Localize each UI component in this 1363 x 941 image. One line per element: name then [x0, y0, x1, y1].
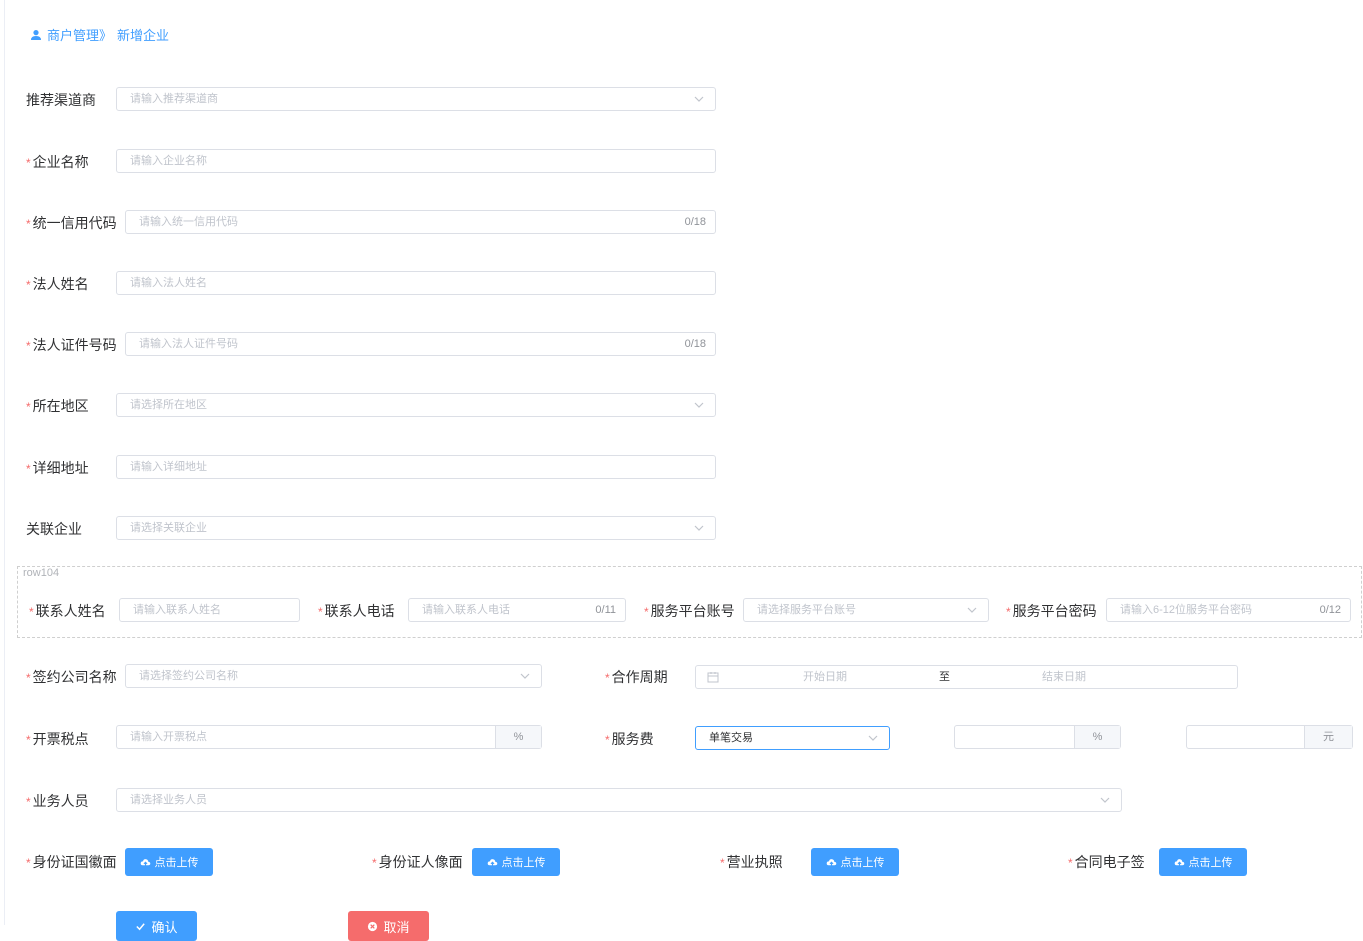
user-icon — [31, 29, 41, 40]
check-icon — [136, 922, 146, 930]
contact-name-placeholder: 请输入联系人姓名 — [133, 604, 221, 616]
platform-password-placeholder: 请输入6-12位服务平台密码 — [1120, 604, 1253, 616]
cancel-button[interactable]: 取消 — [348, 911, 429, 941]
platform-account-placeholder: 请选择服务平台账号 — [757, 604, 856, 616]
tax-unit: % — [495, 726, 541, 748]
confirm-button[interactable]: 确认 — [116, 911, 197, 941]
upload-id-portrait-button[interactable]: 点击上传 — [472, 848, 560, 876]
upload-button-label: 点击上传 — [1188, 857, 1233, 869]
upload-button-label: 点击上传 — [154, 857, 199, 869]
credit-code-input[interactable]: 请输入统一信用代码 0/18 — [125, 210, 716, 234]
legal-id-input[interactable]: 请输入法人证件号码 0/18 — [125, 332, 716, 356]
service-fee-yuan-unit: 元 — [1304, 726, 1352, 748]
company-name-placeholder: 请输入企业名称 — [130, 155, 207, 167]
tax-label: * 开票税点 — [26, 731, 89, 747]
confirm-button-label: 确认 — [151, 919, 178, 935]
chevron-down-icon — [967, 607, 977, 613]
chevron-down-icon — [694, 402, 704, 408]
tax-placeholder: 请输入开票税点 — [130, 731, 207, 743]
region-placeholder: 请选择所在地区 — [130, 399, 207, 411]
service-fee-amount-input[interactable]: 元 — [1186, 725, 1353, 749]
service-fee-type-value: 单笔交易 — [709, 732, 753, 744]
period-start-placeholder[interactable]: 开始日期 — [803, 666, 847, 688]
upload-button-label: 点击上传 — [501, 857, 546, 869]
period-date-range[interactable]: 开始日期 至 结束日期 — [695, 665, 1238, 689]
contact-phone-counter: 0/11 — [595, 604, 616, 616]
region-select[interactable]: 请选择所在地区 — [116, 393, 716, 417]
related-label: 关联企业 — [26, 521, 82, 537]
upload-contract-button[interactable]: 点击上传 — [1159, 848, 1247, 876]
service-fee-type-select[interactable]: 单笔交易 — [695, 726, 890, 750]
upload-license-button[interactable]: 点击上传 — [811, 848, 899, 876]
service-fee-label: * 服务费 — [605, 731, 654, 747]
company-name-label: * 企业名称 — [26, 154, 89, 170]
legal-id-placeholder: 请输入法人证件号码 — [139, 338, 238, 350]
breadcrumb-current: 新增企业 — [117, 28, 170, 43]
left-border — [4, 0, 5, 925]
breadcrumb-parent[interactable]: 商户管理》 — [47, 25, 112, 44]
legal-name-label: * 法人姓名 — [26, 276, 89, 292]
chevron-down-icon — [1100, 797, 1110, 803]
sales-select[interactable]: 请选择业务人员 — [116, 788, 1122, 812]
tax-input[interactable]: 请输入开票税点 % — [116, 725, 542, 749]
region-label: * 所在地区 — [26, 398, 89, 414]
upload-label-contract: * 合同电子签 — [1068, 854, 1145, 870]
platform-password-label: * 服务平台密码 — [1006, 603, 1097, 619]
contact-phone-input[interactable]: 请输入联系人电话 0/11 — [408, 598, 626, 622]
contact-name-label: * 联系人姓名 — [29, 603, 106, 619]
credit-code-counter: 0/18 — [684, 216, 706, 228]
platform-password-input[interactable]: 请输入6-12位服务平台密码 0/12 — [1106, 598, 1351, 622]
cloud-upload-icon — [140, 858, 150, 867]
sales-placeholder: 请选择业务人员 — [130, 794, 207, 806]
close-circle-icon — [368, 921, 378, 931]
period-end-placeholder[interactable]: 结束日期 — [1042, 666, 1086, 688]
breadcrumb: 商户管理》 新增企业 — [30, 25, 169, 44]
calendar-icon — [707, 672, 719, 683]
upload-label-license: * 营业执照 — [720, 854, 783, 870]
upload-id-front-button[interactable]: 点击上传 — [125, 848, 213, 876]
cloud-upload-icon — [487, 858, 497, 867]
contract-company-placeholder: 请选择签约公司名称 — [139, 670, 238, 682]
channel-label: 推荐渠道商 — [26, 92, 96, 108]
chevron-down-icon — [694, 525, 704, 531]
contact-phone-placeholder: 请输入联系人电话 — [422, 604, 510, 616]
address-label: * 详细地址 — [26, 460, 89, 476]
upload-label-id-front: * 身份证国徽面 — [26, 854, 117, 870]
platform-password-counter: 0/12 — [1319, 604, 1341, 616]
legal-name-input[interactable]: 请输入法人姓名 — [116, 271, 716, 295]
cloud-upload-icon — [826, 858, 836, 867]
legal-id-label: * 法人证件号码 — [26, 337, 117, 353]
service-fee-percent-input[interactable]: % — [954, 725, 1121, 749]
cancel-button-label: 取消 — [383, 919, 410, 935]
credit-code-placeholder: 请输入统一信用代码 — [139, 216, 238, 228]
sales-label: * 业务人员 — [26, 793, 89, 809]
row-tag: row104 — [23, 567, 60, 579]
channel-select[interactable]: 请输入推荐渠道商 — [116, 87, 716, 111]
address-placeholder: 请输入详细地址 — [130, 461, 207, 473]
contract-company-select[interactable]: 请选择签约公司名称 — [125, 664, 542, 688]
platform-account-label: * 服务平台账号 — [644, 603, 735, 619]
service-fee-percent-unit: % — [1074, 726, 1120, 748]
chevron-down-icon — [694, 96, 704, 102]
legal-name-placeholder: 请输入法人姓名 — [130, 277, 207, 289]
upload-label-id-portrait: * 身份证人像面 — [372, 854, 463, 870]
company-name-input[interactable]: 请输入企业名称 — [116, 149, 716, 173]
address-input[interactable]: 请输入详细地址 — [116, 455, 716, 479]
contact-name-input[interactable]: 请输入联系人姓名 — [119, 598, 300, 622]
related-placeholder: 请选择关联企业 — [130, 522, 207, 534]
chevron-down-icon — [520, 673, 530, 679]
upload-button-label: 点击上传 — [840, 857, 885, 869]
legal-id-counter: 0/18 — [684, 338, 706, 350]
contract-company-label: * 签约公司名称 — [26, 669, 117, 685]
channel-placeholder: 请输入推荐渠道商 — [130, 93, 218, 105]
contact-phone-label: * 联系人电话 — [318, 603, 395, 619]
chevron-down-icon — [868, 735, 878, 741]
credit-code-label: * 统一信用代码 — [26, 215, 117, 231]
cloud-upload-icon — [1174, 858, 1184, 867]
period-separator: 至 — [939, 671, 950, 683]
related-select[interactable]: 请选择关联企业 — [116, 516, 716, 540]
platform-account-select[interactable]: 请选择服务平台账号 — [743, 598, 989, 622]
period-label: * 合作周期 — [605, 669, 668, 685]
